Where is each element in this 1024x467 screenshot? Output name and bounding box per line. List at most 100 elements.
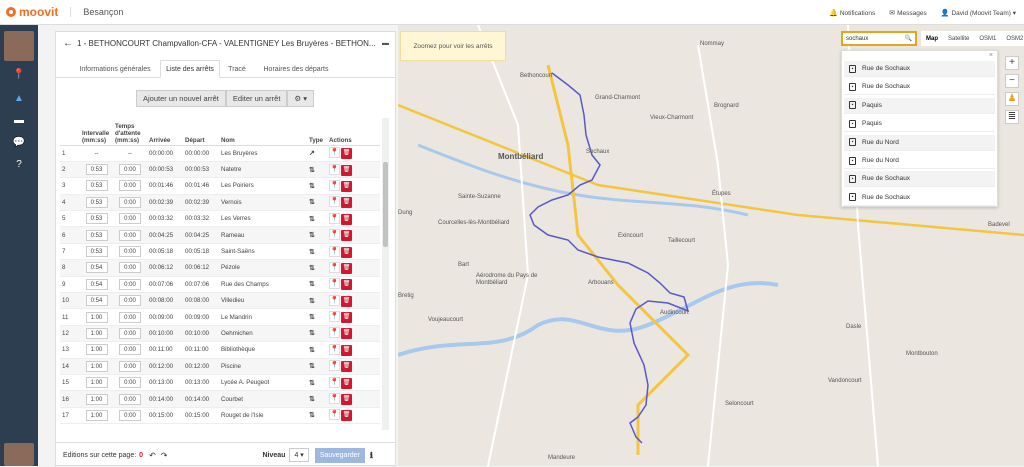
interval-input[interactable]: 0:54 bbox=[85, 295, 108, 307]
interval-input[interactable]: 1:00 bbox=[85, 409, 108, 421]
delete-stop-icon[interactable]: 🗑 bbox=[341, 148, 352, 160]
type-icon[interactable]: ⇅ bbox=[307, 292, 327, 310]
map-type-map[interactable]: Map bbox=[921, 31, 943, 46]
type-icon[interactable]: ⇅ bbox=[307, 407, 327, 425]
layers-icon[interactable]: ≣ bbox=[1005, 110, 1019, 124]
table-row[interactable]: 12 1:00 0:00 00:10:00 00:10:00 Oehmichen… bbox=[60, 325, 380, 343]
map-pin-icon[interactable]: 📍 bbox=[0, 63, 38, 85]
map-type-osm2[interactable]: OSM2 bbox=[1001, 31, 1024, 46]
wait-input[interactable]: 0:00 bbox=[119, 213, 141, 225]
delete-stop-icon[interactable]: 🗑 bbox=[341, 394, 352, 406]
zoom-in-button[interactable]: + bbox=[1005, 56, 1019, 70]
delete-stop-icon[interactable]: 🗑 bbox=[341, 164, 352, 176]
type-icon[interactable]: ↗ bbox=[307, 145, 327, 162]
locate-stop-icon[interactable]: 📍 bbox=[329, 212, 340, 224]
locate-stop-icon[interactable]: 📍 bbox=[329, 393, 340, 405]
table-row[interactable]: 6 0:53 0:00 00:04:25 00:04:25 Rameau ⇅ 📍… bbox=[60, 226, 380, 244]
delete-stop-icon[interactable]: 🗑 bbox=[341, 262, 352, 274]
wait-input[interactable]: 0:00 bbox=[119, 360, 141, 372]
street-view-icon[interactable]: ♟ bbox=[1005, 92, 1019, 106]
road-icon[interactable]: ▲ bbox=[0, 87, 38, 109]
type-icon[interactable]: ⇅ bbox=[307, 226, 327, 244]
table-row[interactable]: 2 0:53 0:00 00:00:53 00:00:53 Natetre ⇅ … bbox=[60, 161, 380, 179]
interval-input[interactable]: 1:00 bbox=[85, 360, 108, 372]
settings-dropdown[interactable]: ⚙ ▾ bbox=[287, 90, 314, 107]
chat-icon[interactable]: 💬 bbox=[0, 131, 38, 153]
table-scrollbar[interactable] bbox=[382, 118, 389, 430]
tab-trace[interactable]: Tracé bbox=[220, 60, 254, 78]
interval-input[interactable]: 0:53 bbox=[85, 180, 108, 192]
table-row[interactable]: 16 1:00 0:00 00:14:00 00:14:00 Courbet ⇅… bbox=[60, 390, 380, 408]
interval-input[interactable]: 0:54 bbox=[85, 262, 108, 274]
wait-input[interactable]: 0:00 bbox=[119, 409, 141, 421]
level-select[interactable]: 4 ▾ bbox=[289, 448, 309, 462]
interval-input[interactable]: 0:54 bbox=[85, 278, 108, 290]
locate-stop-icon[interactable]: 📍 bbox=[329, 229, 340, 241]
table-row[interactable]: 11 1:00 0:00 00:09:00 00:09:00 Le Mandri… bbox=[60, 308, 380, 326]
wait-input[interactable]: 0:00 bbox=[119, 246, 141, 258]
type-icon[interactable]: ⇅ bbox=[307, 325, 327, 343]
map-search-input[interactable]: sochaux 🔍 bbox=[841, 31, 917, 46]
interval-input[interactable]: 1:00 bbox=[85, 311, 108, 323]
interval-input[interactable]: 0:53 bbox=[85, 196, 108, 208]
table-row[interactable]: 10 0:54 0:00 00:08:00 00:08:00 Villedieu… bbox=[60, 292, 380, 310]
type-icon[interactable]: ⇅ bbox=[307, 194, 327, 212]
locate-stop-icon[interactable]: 📍 bbox=[329, 294, 340, 306]
locate-stop-icon[interactable]: 📍 bbox=[329, 327, 340, 339]
locate-stop-icon[interactable]: 📍 bbox=[329, 311, 340, 323]
delete-stop-icon[interactable]: 🗑 bbox=[341, 328, 352, 340]
close-icon[interactable]: × bbox=[989, 52, 993, 59]
type-icon[interactable]: ⇅ bbox=[307, 390, 327, 408]
type-icon[interactable]: ⇅ bbox=[307, 308, 327, 326]
wait-input[interactable]: 0:00 bbox=[119, 344, 141, 356]
type-icon[interactable]: ⇅ bbox=[307, 243, 327, 261]
type-icon[interactable]: ⇅ bbox=[307, 358, 327, 375]
moovit-logo[interactable]: moovit bbox=[6, 5, 58, 19]
delete-stop-icon[interactable]: 🗑 bbox=[341, 410, 352, 422]
messages-link[interactable]: ✉ Messages bbox=[889, 9, 927, 17]
delete-stop-icon[interactable]: 🗑 bbox=[341, 361, 352, 373]
zoom-out-button[interactable]: − bbox=[1005, 74, 1019, 88]
locate-stop-icon[interactable]: 📍 bbox=[329, 376, 340, 388]
interval-input[interactable]: 1:00 bbox=[85, 344, 108, 356]
delete-stop-icon[interactable]: 🗑 bbox=[341, 230, 352, 242]
table-row[interactable]: 17 1:00 0:00 00:15:00 00:15:00 Rouget de… bbox=[60, 407, 380, 425]
wait-input[interactable]: 0:00 bbox=[119, 164, 141, 176]
table-row[interactable]: 3 0:53 0:00 00:01:46 00:01:46 Les Poirie… bbox=[60, 177, 380, 195]
search-result-item[interactable]: ▪ Paquis bbox=[844, 116, 995, 133]
locate-stop-icon[interactable]: 📍 bbox=[329, 179, 340, 191]
save-button[interactable]: Sauvegarder bbox=[314, 447, 365, 463]
delete-stop-icon[interactable]: 🗑 bbox=[341, 295, 352, 307]
map-type-satellite[interactable]: Satellite bbox=[943, 31, 974, 46]
wait-input[interactable]: 0:00 bbox=[119, 377, 141, 389]
undo-icon[interactable]: ↶ bbox=[149, 451, 156, 460]
delete-stop-icon[interactable]: 🗑 bbox=[341, 312, 352, 324]
wait-input[interactable]: 0:00 bbox=[119, 180, 141, 192]
table-row[interactable]: 5 0:53 0:00 00:03:32 00:03:32 Les Verres… bbox=[60, 210, 380, 228]
table-row[interactable]: 13 1:00 0:00 00:11:00 00:11:00 Bibliothè… bbox=[60, 341, 380, 359]
wait-input[interactable]: 0:00 bbox=[119, 196, 141, 208]
search-result-item[interactable]: ▪ Rue de Sochaux bbox=[844, 61, 995, 77]
delete-stop-icon[interactable]: 🗑 bbox=[341, 279, 352, 291]
interval-input[interactable]: 0:53 bbox=[85, 213, 108, 225]
wait-input[interactable]: 0:00 bbox=[119, 311, 141, 323]
locate-stop-icon[interactable]: 📍 bbox=[329, 196, 340, 208]
interval-input[interactable]: 1:00 bbox=[85, 377, 108, 389]
line-title[interactable]: ← 1 - BETHONCOURT Champvallon-CFA - VALE… bbox=[63, 38, 393, 49]
table-row[interactable]: 7 0:53 0:00 00:05:18 00:05:18 Saint-Saën… bbox=[60, 243, 380, 261]
delete-stop-icon[interactable]: 🗑 bbox=[341, 180, 352, 192]
table-row[interactable]: 1 -- -- 00:00:00 00:00:00 Les Bruyères ↗… bbox=[60, 145, 380, 162]
locate-stop-icon[interactable]: 📍 bbox=[329, 409, 340, 421]
interval-input[interactable]: 0:53 bbox=[85, 246, 108, 258]
table-row[interactable]: 15 1:00 0:00 00:13:00 00:13:00 Lycée A. … bbox=[60, 374, 380, 392]
delete-stop-icon[interactable]: 🗑 bbox=[341, 246, 352, 258]
interval-input[interactable]: 1:00 bbox=[85, 393, 108, 405]
map-type-osm1[interactable]: OSM1 bbox=[974, 31, 1001, 46]
locate-stop-icon[interactable]: 📍 bbox=[329, 343, 340, 355]
tab-general[interactable]: Informations générales bbox=[70, 60, 160, 78]
locate-stop-icon[interactable]: 📍 bbox=[329, 245, 340, 257]
wait-input[interactable]: 0:00 bbox=[119, 278, 141, 290]
type-icon[interactable]: ⇅ bbox=[307, 161, 327, 179]
user-menu[interactable]: 👤 David (Moovit Team) ▾ bbox=[941, 9, 1016, 17]
table-row[interactable]: 4 0:53 0:00 00:02:39 00:02:39 Vernois ⇅ … bbox=[60, 194, 380, 212]
